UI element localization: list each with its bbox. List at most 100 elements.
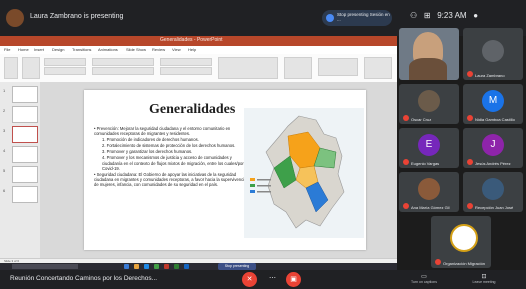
windows-taskbar — [0, 263, 397, 270]
ribbon-editing[interactable] — [318, 58, 358, 76]
current-slide[interactable]: Generalidades • Prevención: Mejorar la s… — [84, 90, 366, 250]
chrome-icon[interactable] — [154, 264, 159, 269]
ribbon-reset-button[interactable] — [44, 67, 86, 75]
participant-name: Nidia Gamboa Castillo — [475, 117, 515, 122]
presenting-status-text: Stop presenting Sesión en ... — [337, 12, 390, 22]
participant-name: Eugenio Vargas — [411, 161, 440, 166]
mic-off-icon — [403, 159, 409, 165]
menu-view[interactable]: View — [172, 47, 181, 52]
menu-slideshow[interactable]: Slide Show — [126, 47, 146, 52]
participant-avatar: J — [482, 134, 504, 156]
mic-off-icon[interactable]: ✕ — [242, 272, 257, 287]
ribbon-layout-button[interactable] — [44, 58, 86, 66]
ribbon-alignment[interactable] — [160, 67, 212, 75]
slide-paragraph: 2. Fortalecimiento de sistemas de protec… — [102, 143, 236, 149]
menu-insert[interactable]: Insert — [34, 47, 44, 52]
participant-tile[interactable]: E Eugenio Vargas — [399, 128, 459, 168]
menu-design[interactable]: Design — [52, 47, 64, 52]
camera-off-icon[interactable]: ▣ — [286, 272, 301, 287]
ppt-ribbon — [0, 54, 397, 83]
people-icon[interactable]: ⚇ — [410, 11, 417, 20]
taskbar-search-box[interactable] — [12, 264, 78, 269]
meeting-title: Reunión Concertando Caminos por los Dere… — [10, 275, 158, 282]
slide-thumbnail[interactable] — [12, 186, 38, 203]
participant-avatar — [482, 178, 504, 200]
participant-avatar — [418, 178, 440, 200]
participant-tile[interactable]: J Jesús Andrés Pérez — [463, 128, 523, 168]
account-avatar-icon[interactable]: ● — [473, 11, 478, 20]
more-options-icon[interactable]: ⋯ — [269, 274, 276, 282]
organization-logo-icon — [450, 224, 478, 252]
participant-avatar — [482, 40, 504, 62]
slide-thumbnails-pane: 1 2 3 4 5 6 — [0, 82, 41, 258]
slide-paragraph: 4. Promover y los mecanismos de justicia… — [102, 155, 249, 171]
menu-help[interactable]: Help — [188, 47, 196, 52]
ribbon-font-format[interactable] — [92, 67, 154, 75]
ribbon-shapes[interactable] — [218, 57, 278, 79]
excel-icon[interactable] — [174, 264, 179, 269]
slide-paragraph: 3. Promover y garantizar los derechos hu… — [102, 149, 193, 155]
mic-off-icon — [403, 203, 409, 209]
participant-tile[interactable]: Oscar Cruz — [399, 84, 459, 124]
word-icon[interactable] — [184, 264, 189, 269]
slide-thumbnail[interactable] — [12, 86, 38, 103]
participant-avatar: M — [482, 90, 504, 112]
presenter-avatar — [6, 9, 24, 27]
slide-paragraph: 1. Promoción de indicadores de derechos … — [102, 137, 199, 143]
menu-animations[interactable]: Animations — [98, 47, 118, 52]
participant-tile[interactable]: M Nidia Gamboa Castillo — [463, 84, 523, 124]
participant-name: Oscar Cruz — [411, 117, 432, 122]
ppt-window-title: Generalidades - PowerPoint — [160, 37, 223, 43]
task-view-icon[interactable] — [124, 264, 129, 269]
grid-icon[interactable]: ⊞ — [424, 11, 431, 20]
slide-body-text: • Prevención: Mejorar la seguridad ciuda… — [94, 126, 252, 188]
participant-name: Organización Migración — [443, 261, 486, 266]
present-icon — [326, 14, 334, 22]
participant-tile[interactable]: Recepción Juan José — [463, 172, 523, 212]
slide-thumbnail[interactable] — [12, 166, 38, 183]
mic-off-icon — [467, 203, 473, 209]
stop-presenting-button[interactable]: Stop presenting — [218, 263, 256, 270]
presenting-status-pill[interactable]: Stop presenting Sesión en ... — [322, 10, 392, 26]
participant-tile[interactable]: Ana María Gómez Gil — [399, 172, 459, 212]
captions-button[interactable]: ▭ Turn on captions — [406, 273, 442, 284]
participant-tile[interactable] — [399, 28, 459, 80]
colombia-map-image — [244, 108, 364, 238]
participant-video-body — [409, 58, 447, 80]
presenting-label: Laura Zambrano is presenting — [30, 13, 124, 20]
slide-thumbnail[interactable] — [12, 146, 38, 163]
captions-icon: ▭ — [421, 274, 427, 280]
folder-icon[interactable] — [134, 264, 139, 269]
participant-avatar: E — [418, 134, 440, 156]
menu-review[interactable]: Review — [152, 47, 165, 52]
ribbon-font-box[interactable] — [92, 58, 154, 66]
ribbon-paste-button[interactable] — [4, 57, 18, 79]
shared-screen: Generalidades - PowerPoint File Home Ins… — [0, 36, 397, 270]
slide-title: Generalidades — [149, 102, 236, 117]
ppt-title-bar: Generalidades - PowerPoint — [0, 36, 397, 46]
clock: 9:23 AM — [437, 11, 467, 20]
menu-file[interactable]: File — [4, 47, 10, 52]
slide-canvas: Generalidades • Prevención: Mejorar la s… — [40, 82, 397, 258]
edge-icon[interactable] — [144, 264, 149, 269]
mic-off-icon — [435, 259, 441, 265]
ribbon-new-slide-button[interactable] — [22, 57, 40, 79]
leave-icon: ⊡ — [481, 274, 487, 280]
mic-off-icon — [467, 71, 473, 77]
participant-name: Laura Zambrano — [475, 73, 505, 78]
ribbon-paragraph[interactable] — [160, 58, 212, 66]
ribbon-designer[interactable] — [364, 57, 392, 79]
powerpoint-icon[interactable] — [164, 264, 169, 269]
leave-meeting-button[interactable]: ⊡ Leave meeting — [466, 273, 502, 284]
slide-thumbnail[interactable] — [12, 106, 38, 123]
participant-tile[interactable]: Organización Migración — [431, 216, 491, 268]
mic-off-icon — [403, 115, 409, 121]
ribbon-arrange[interactable] — [284, 57, 312, 79]
participant-tile[interactable]: Laura Zambrano — [463, 28, 523, 80]
participant-avatar — [418, 90, 440, 112]
menu-transitions[interactable]: Transitions — [72, 47, 91, 52]
participant-name: Recepción Juan José — [475, 205, 514, 210]
slide-thumbnail-selected[interactable] — [12, 126, 38, 143]
menu-home[interactable]: Home — [18, 47, 29, 52]
participant-name: Jesús Andrés Pérez — [475, 161, 511, 166]
